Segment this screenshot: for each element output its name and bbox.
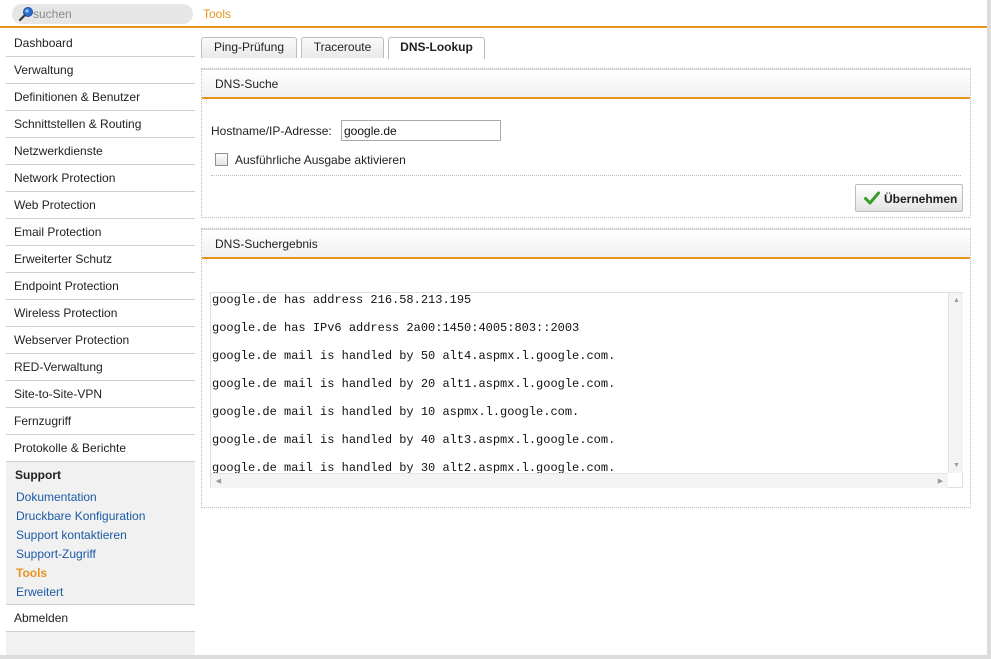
sidebar-item-definitionen-benutzer[interactable]: Definitionen & Benutzer <box>6 84 195 111</box>
top-bar: Tools <box>0 0 987 28</box>
check-icon <box>864 191 880 205</box>
sidebar-item-erweiterter-schutz[interactable]: Erweiterter Schutz <box>6 246 195 273</box>
sidebar-item-endpoint-protection[interactable]: Endpoint Protection <box>6 273 195 300</box>
search-input[interactable] <box>33 6 183 22</box>
scroll-down-icon[interactable]: ▼ <box>949 458 964 473</box>
sidebar-item-schnittstellen-routing[interactable]: Schnittstellen & Routing <box>6 111 195 138</box>
sidebar-item-verwaltung[interactable]: Verwaltung <box>6 57 195 84</box>
verbose-output-label[interactable]: Ausführliche Ausgabe aktivieren <box>235 153 406 167</box>
support-group: Support Dokumentation Druckbare Konfigur… <box>6 462 195 605</box>
result-line: google.de mail is handled by 40 alt3.asp… <box>212 433 616 447</box>
divider <box>211 175 961 176</box>
scroll-left-icon[interactable]: ◀ <box>211 474 226 489</box>
sidebar-nav: Dashboard Verwaltung Definitionen & Benu… <box>6 30 195 462</box>
dns-search-panel-title: DNS-Suche <box>202 69 970 99</box>
support-link-erweitert[interactable]: Erweitert <box>6 583 195 602</box>
support-link-tools[interactable]: Tools <box>6 564 195 583</box>
tab-traceroute[interactable]: Traceroute <box>301 37 384 58</box>
scroll-up-icon[interactable]: ▲ <box>949 293 964 308</box>
sidebar-item-web-protection[interactable]: Web Protection <box>6 192 195 219</box>
scroll-right-icon[interactable]: ▶ <box>933 474 948 489</box>
app-window: Tools Dashboard Verwaltung Definitionen … <box>0 0 987 655</box>
result-line: google.de mail is handled by 30 alt2.asp… <box>212 461 616 473</box>
sidebar-item-dashboard[interactable]: Dashboard <box>6 30 195 57</box>
apply-button[interactable]: Übernehmen <box>855 184 963 212</box>
sidebar-item-site-to-site-vpn[interactable]: Site-to-Site-VPN <box>6 381 195 408</box>
result-line: google.de mail is handled by 50 alt4.asp… <box>212 349 616 363</box>
sidebar-item-fernzugriff[interactable]: Fernzugriff <box>6 408 195 435</box>
result-line: google.de mail is handled by 10 aspmx.l.… <box>212 405 580 419</box>
dns-search-panel: DNS-Suche Hostname/IP-Adresse: Ausführli… <box>201 68 971 218</box>
support-heading[interactable]: Support <box>6 462 195 488</box>
sidebar: Dashboard Verwaltung Definitionen & Benu… <box>6 30 195 655</box>
result-line: google.de has IPv6 address 2a00:1450:400… <box>212 321 580 335</box>
support-link-druckbare-konfiguration[interactable]: Druckbare Konfiguration <box>6 507 195 526</box>
support-link-support-zugriff[interactable]: Support-Zugriff <box>6 545 195 564</box>
verbose-output-checkbox[interactable] <box>215 153 228 166</box>
sidebar-item-netzwerkdienste[interactable]: Netzwerkdienste <box>6 138 195 165</box>
hostname-input[interactable] <box>341 120 501 141</box>
dns-result-output[interactable]: google.de has address 216.58.213.195 goo… <box>210 292 963 488</box>
page-title: Tools <box>203 7 232 21</box>
logout-link[interactable]: Abmelden <box>6 605 195 632</box>
sidebar-item-red-verwaltung[interactable]: RED-Verwaltung <box>6 354 195 381</box>
result-line: google.de has address 216.58.213.195 <box>212 293 472 307</box>
vertical-scrollbar[interactable]: ▲ ▼ <box>948 293 963 473</box>
dns-result-panel: DNS-Suchergebnis google.de has address 2… <box>201 228 971 508</box>
sidebar-item-email-protection[interactable]: Email Protection <box>6 219 195 246</box>
main-content: Ping-Prüfung Traceroute DNS-Lookup DNS-S… <box>195 30 987 655</box>
tab-ping-pruefung[interactable]: Ping-Prüfung <box>201 37 297 58</box>
support-link-support-kontaktieren[interactable]: Support kontaktieren <box>6 526 195 545</box>
apply-button-label: Übernehmen <box>884 192 958 206</box>
sidebar-item-webserver-protection[interactable]: Webserver Protection <box>6 327 195 354</box>
hostname-label: Hostname/IP-Adresse: <box>211 124 332 138</box>
dns-result-panel-title: DNS-Suchergebnis <box>202 229 970 259</box>
sidebar-item-wireless-protection[interactable]: Wireless Protection <box>6 300 195 327</box>
dns-result-lines: google.de has address 216.58.213.195 goo… <box>211 293 948 473</box>
search-box[interactable] <box>12 4 193 24</box>
tab-dns-lookup[interactable]: DNS-Lookup <box>388 37 485 59</box>
sidebar-item-network-protection[interactable]: Network Protection <box>6 165 195 192</box>
search-icon[interactable] <box>18 6 34 22</box>
sidebar-item-protokolle-berichte[interactable]: Protokolle & Berichte <box>6 435 195 462</box>
horizontal-scrollbar[interactable]: ◀ ▶ <box>211 473 948 488</box>
result-line: google.de mail is handled by 20 alt1.asp… <box>212 377 616 391</box>
support-link-dokumentation[interactable]: Dokumentation <box>6 488 195 507</box>
